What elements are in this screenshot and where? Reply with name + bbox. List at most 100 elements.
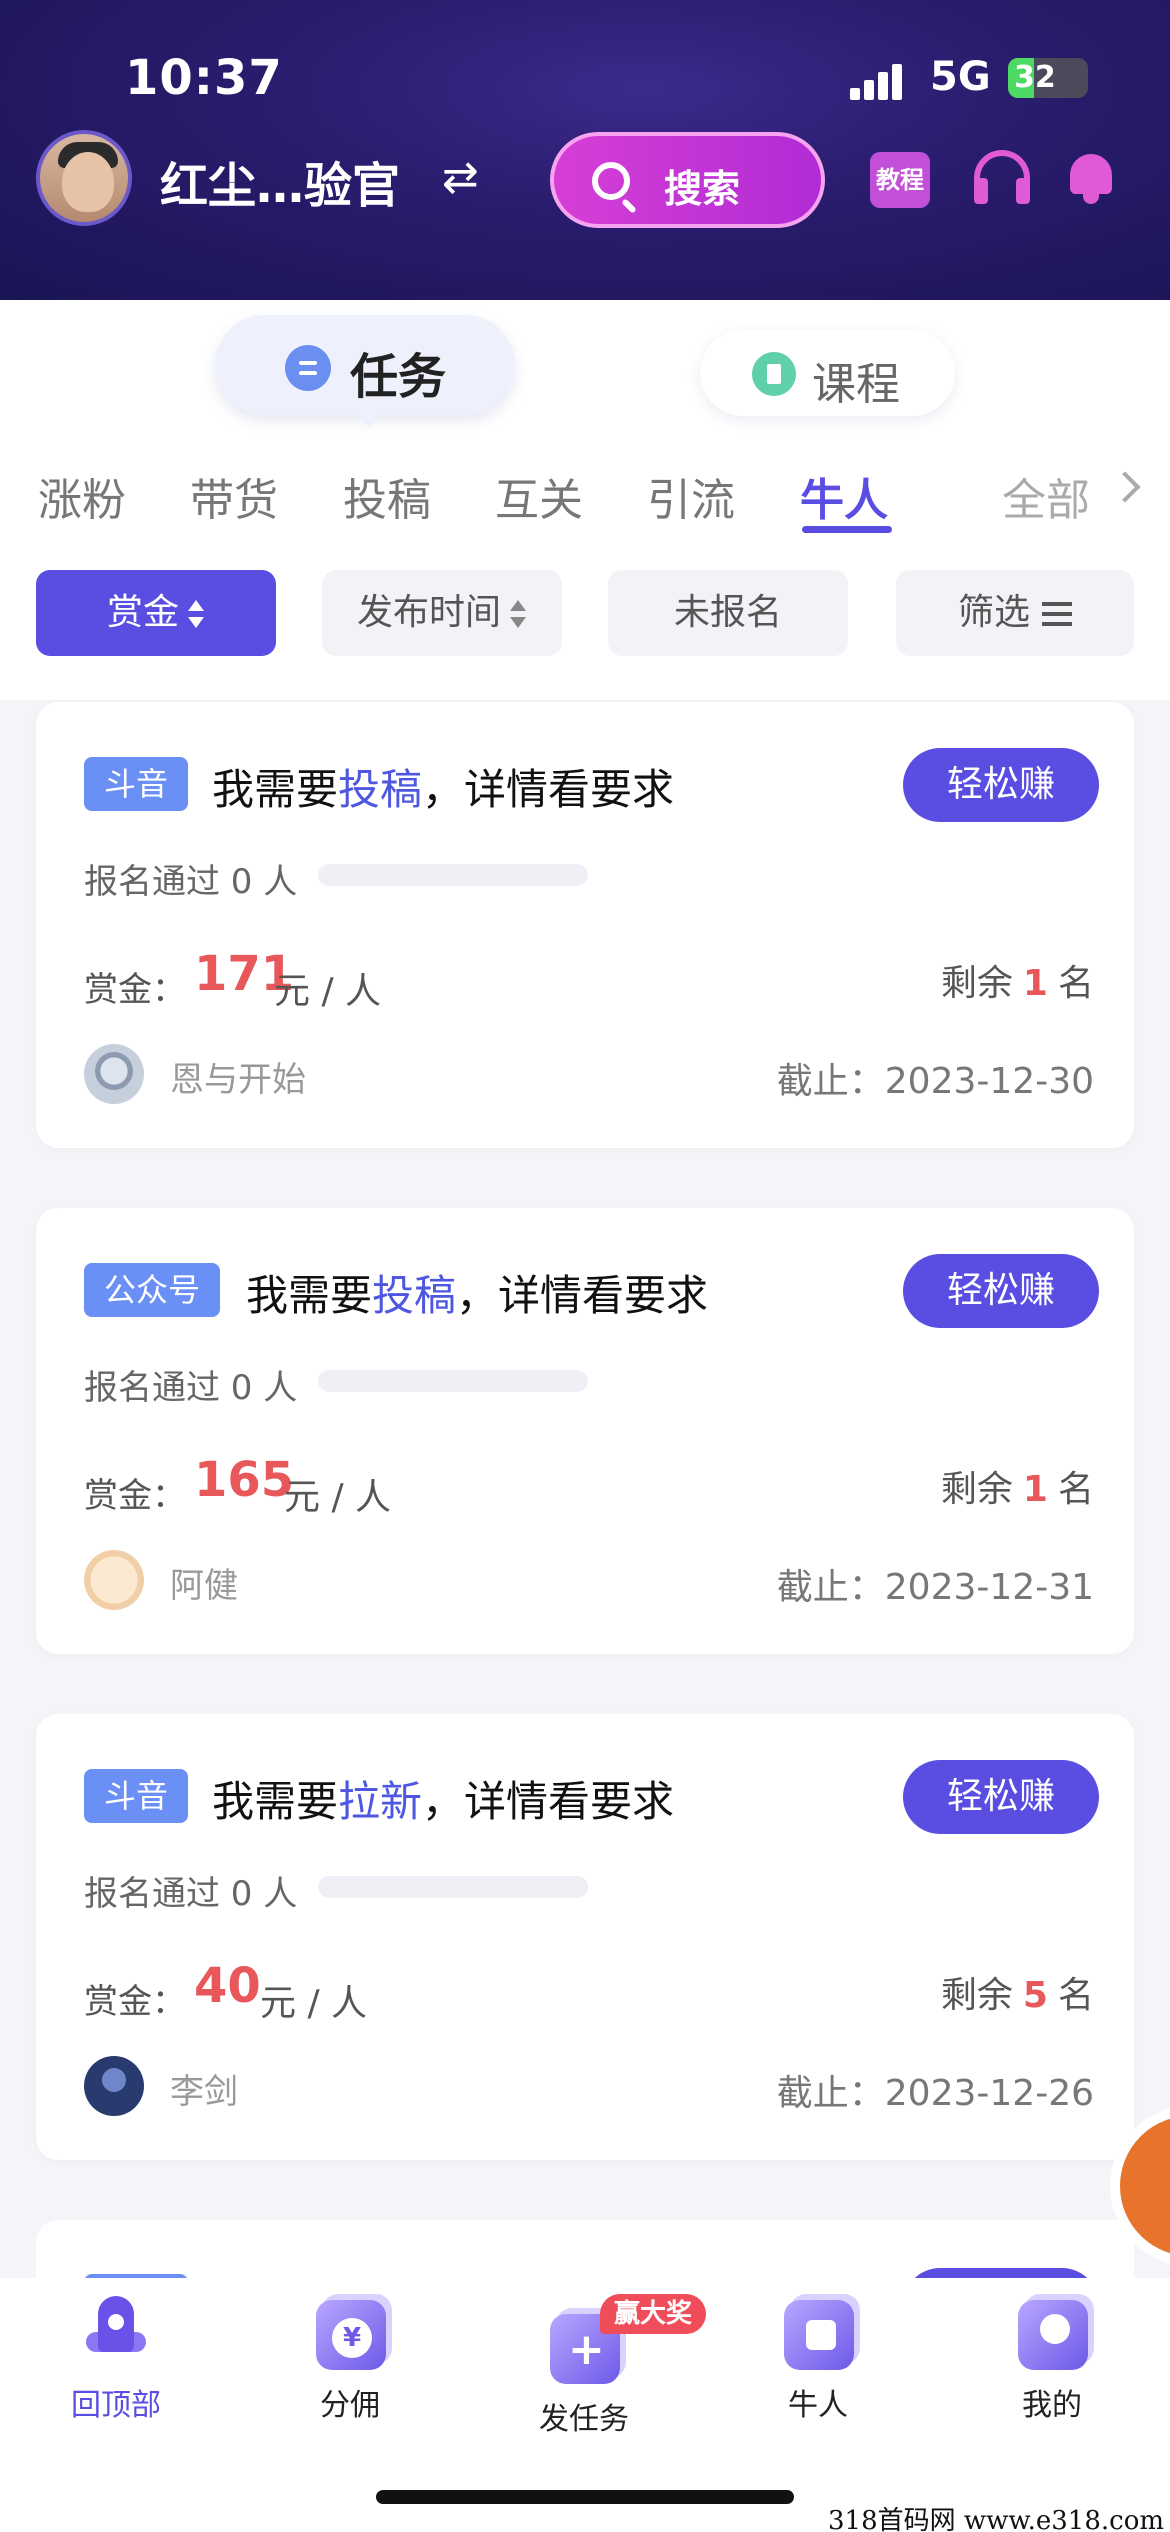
title-suffix: ，详情看要求: [422, 1777, 675, 1826]
swap-account-icon[interactable]: ⇄: [442, 152, 479, 203]
unregistered-filter-button[interactable]: 未报名: [608, 570, 848, 656]
tab-category-3[interactable]: 互关: [495, 464, 583, 528]
username[interactable]: 红尘…验官: [160, 146, 400, 216]
task-title: 我需要拉新，详情看要求: [212, 1768, 674, 1829]
tab-category-2[interactable]: 投稿: [343, 464, 431, 528]
progress-bar: [318, 864, 588, 886]
user-avatar[interactable]: [36, 130, 132, 226]
publisher-name[interactable]: 恩与开始: [170, 1052, 306, 1101]
task-card[interactable]: 斗音 我需要投稿，详情看要求 轻松赚 报名通过 0 人 赏金： 171 元 / …: [36, 702, 1134, 1148]
remain-suffix: 名: [1057, 1975, 1094, 2016]
tab-category-5[interactable]: 牛人: [800, 464, 888, 528]
reward-amount: 165: [194, 1452, 295, 1508]
filter-label: 筛选: [957, 592, 1030, 633]
battery-icon: 32: [1008, 58, 1088, 98]
reward-amount: 40: [194, 1958, 261, 2014]
publisher-avatar[interactable]: [84, 1550, 144, 1610]
home-indicator: [376, 2490, 794, 2504]
deadline-date: 2023-12-31: [884, 1567, 1094, 1608]
remain-prefix: 剩余: [940, 1469, 1013, 1510]
nav-label: 分佣: [320, 2388, 380, 2423]
reward-label: 赏金：: [84, 970, 186, 1010]
headset-icon[interactable]: [974, 150, 1030, 206]
filter-button[interactable]: 筛选: [896, 570, 1134, 656]
reward-unit: 元 / 人: [274, 971, 382, 1012]
reward-unit: 元 / 人: [284, 1477, 392, 1518]
search-button[interactable]: 搜索: [550, 132, 825, 228]
prize-badge: 赢大奖: [600, 2294, 706, 2334]
search-icon: [592, 162, 630, 200]
nav-mine[interactable]: 我的: [962, 2292, 1142, 2432]
deadline-label: 截止：: [776, 1567, 885, 1608]
platform-tag: 斗音: [84, 757, 189, 811]
active-tab-underline: [802, 526, 892, 533]
deadline: 截止：2023-12-26: [777, 2064, 1094, 2116]
title-suffix: ，详情看要求: [456, 1271, 709, 1320]
sort-icon: [509, 600, 527, 628]
yen-icon: ¥: [332, 2318, 372, 2358]
reward-label: 赏金：: [84, 1982, 186, 2022]
tutorial-icon[interactable]: 教程: [870, 152, 930, 208]
easy-earn-button[interactable]: 轻松赚: [903, 1760, 1099, 1834]
person-glyph: [1040, 2314, 1070, 2344]
sort-reward-label: 赏金: [106, 592, 179, 633]
menu-icon: [1042, 602, 1072, 626]
remain-count: 1: [1022, 963, 1048, 1004]
title-prefix: 我需要: [212, 1777, 339, 1826]
deadline-date: 2023-12-30: [884, 1061, 1094, 1102]
signal-icon: [850, 60, 910, 100]
nav-label: 发任务: [539, 2402, 629, 2437]
title-prefix: 我需要: [212, 765, 339, 814]
nav-label: 我的: [1022, 2388, 1082, 2423]
easy-earn-button[interactable]: 轻松赚: [903, 1254, 1099, 1328]
header: 10:37 5G 32 红尘…验官 ⇄ 搜索 教程: [0, 0, 1170, 300]
remain-count: 1: [1022, 1469, 1048, 1510]
task-card[interactable]: 斗音 我需要拉新，详情看要求 轻松赚 报名通过 0 人 赏金： 40 元 / 人…: [36, 1714, 1134, 2160]
search-label: 搜索: [664, 167, 741, 211]
remain-suffix: 名: [1057, 963, 1094, 1004]
segment-course-label: 课程: [812, 359, 900, 410]
tab-category-1[interactable]: 带货: [190, 464, 278, 528]
publisher-avatar[interactable]: [84, 1044, 144, 1104]
filter-bar: 赏金 发布时间 未报名 筛选: [0, 570, 1170, 660]
sort-time-label: 发布时间: [356, 592, 501, 633]
nav-label: 回顶部: [71, 2388, 161, 2423]
segment-task-label: 任务: [350, 349, 447, 405]
remaining-slots: 剩余 5 名: [941, 1966, 1094, 2018]
deadline-label: 截止：: [776, 1061, 885, 1102]
publisher-name[interactable]: 阿健: [170, 1558, 238, 1607]
thumb-glyph: [806, 2320, 836, 2350]
nav-expert[interactable]: 牛人: [728, 2292, 908, 2432]
sort-reward-button[interactable]: 赏金: [36, 570, 276, 656]
publisher-name[interactable]: 李剑: [170, 2064, 238, 2113]
publisher-avatar[interactable]: [84, 2056, 144, 2116]
nav-commission[interactable]: ¥ 分佣: [260, 2292, 440, 2432]
tab-category-0[interactable]: 涨粉: [38, 464, 126, 528]
status-bar: 10:37 5G 32: [0, 40, 1170, 120]
task-title: 我需要投稿，详情看要求: [212, 756, 674, 817]
bookmark-icon: [752, 352, 796, 396]
sort-time-button[interactable]: 发布时间: [322, 570, 562, 656]
battery-level: 32: [1014, 60, 1056, 95]
main-panel: 任务 课程 涨粉 带货 投稿 互关 引流 牛人 全部 赏金 发布时间 未报名 筛…: [0, 300, 1170, 700]
segment-course[interactable]: 课程: [700, 330, 955, 416]
remaining-slots: 剩余 1 名: [941, 1460, 1094, 1512]
remaining-slots: 剩余 1 名: [941, 954, 1094, 1006]
remain-count: 5: [1022, 1975, 1048, 2016]
rocket-icon: [86, 2296, 146, 2376]
watermark: 318首码网 www.e318.com: [828, 2506, 1164, 2532]
deadline-label: 截止：: [776, 2073, 885, 2114]
title-suffix: ，详情看要求: [422, 765, 675, 814]
bell-icon[interactable]: [1066, 148, 1116, 204]
segment-task[interactable]: 任务: [215, 315, 515, 427]
task-card[interactable]: 公众号 我需要投稿，详情看要求 轻松赚 报名通过 0 人 赏金： 165 元 /…: [36, 1208, 1134, 1654]
platform-tag: 斗音: [84, 1769, 189, 1823]
tab-category-4[interactable]: 引流: [647, 464, 735, 528]
remain-prefix: 剩余: [940, 1975, 1013, 2016]
reward-unit: 元 / 人: [260, 1983, 368, 2024]
avatar-face: [62, 152, 114, 212]
nav-back-to-top[interactable]: 回顶部: [26, 2292, 206, 2432]
passed-count: 报名通过 0 人: [84, 1368, 298, 1408]
category-all[interactable]: 全部: [1002, 464, 1090, 528]
easy-earn-button[interactable]: 轻松赚: [903, 748, 1099, 822]
